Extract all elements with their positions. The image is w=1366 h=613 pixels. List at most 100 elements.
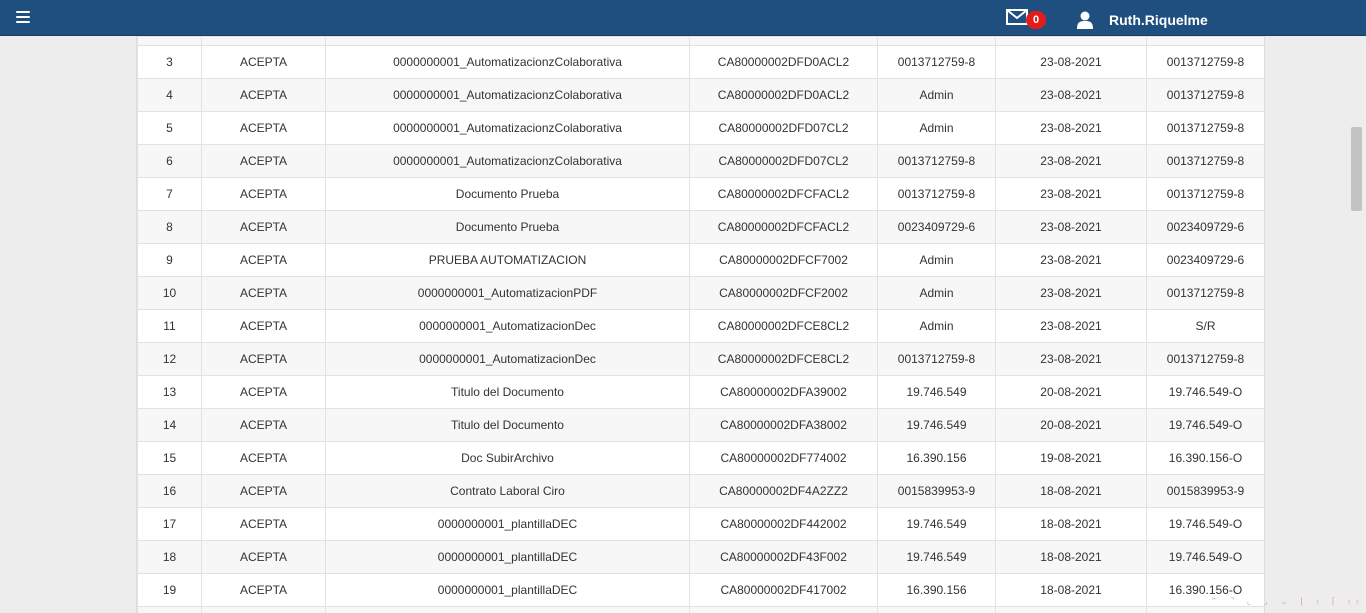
table-row[interactable]: 7 ACEPTA Documento Prueba CA80000002DFCFACL… [137,177,1264,211]
signer-cell: 19.746.549 [877,375,996,409]
vertical-scrollbar[interactable] [1350,36,1362,613]
status-cell: ACEPTA [201,144,326,178]
document-name-cell: 0000000001_AutomatizacionPDF [325,276,690,310]
date-cell: 20-08-2021 [995,375,1147,409]
table-row[interactable]: 5 ACEPTA 0000000001_AutomatizacionzColabor… [137,111,1264,145]
rut-cell: 0013712759-8 [1146,78,1264,112]
status-cell: ACEPTA [201,45,326,79]
signer-cell: 0013712759-8 [877,177,996,211]
table-row[interactable]: 18 ACEPTA 0000000001_plantillaDEC CA8000000… [137,540,1264,574]
row-number: 11 [137,309,202,343]
signer-cell: 19.746.549 [877,408,996,442]
row-number: 16 [137,474,202,508]
table-row[interactable]: 19 ACEPTA 0000000001_plantillaDEC CA8000000… [137,573,1264,607]
document-name-cell: Documento Prueba [325,177,690,211]
row-number: 13 [137,375,202,409]
status-cell: ACEPTA [201,573,326,607]
status-cell: ACEPTA [201,111,326,145]
table-row[interactable]: 4 ACEPTA 0000000001_AutomatizacionzColabor… [137,78,1264,112]
signer-cell: 19.746.549 [877,507,996,541]
document-code-cell: CA80000002DFD0ACL2 [689,78,878,112]
document-name-cell: 0000000001_plantillaDEC [325,573,690,607]
document-name-cell: 0000000001_AutomatizacionDec [325,342,690,376]
table-row[interactable]: 6 ACEPTA 0000000001_AutomatizacionzColabor… [137,144,1264,178]
table-row[interactable]: 14 ACEPTA Titulo del Documento CA80000002DF… [137,408,1264,442]
rut-cell: 0023409729-6 [1146,210,1264,244]
status-cell: ACEPTA [201,342,326,376]
documents-table: 3 ACEPTA 0000000001_AutomatizacionzColabor… [137,36,1264,613]
rut-cell: 0015839953-9 [1146,474,1264,508]
table-row[interactable]: 11 ACEPTA 0000000001_AutomatizacionDec CA80… [137,309,1264,343]
rut-cell: 19.746.549-O [1146,540,1264,574]
signer-cell: Admin [877,111,996,145]
table-row[interactable]: 16 ACEPTA Contrato Laboral Ciro CA80000002D… [137,474,1264,508]
rut-cell: 0013712759-8 [1146,342,1264,376]
status-cell: ACEPTA [201,408,326,442]
document-code-cell: CA80000002DFCE8CL2 [689,342,878,376]
rut-cell: 0013712759-8 [1146,111,1264,145]
row-number: 15 [137,441,202,475]
signer-cell: 0013712759-8 [877,342,996,376]
document-code-cell: CA80000002DFD07CL2 [689,111,878,145]
date-cell: 23-08-2021 [995,342,1147,376]
table-row[interactable]: 3 ACEPTA 0000000001_AutomatizacionzColabor… [137,45,1264,79]
document-code-cell: CA80000002DFA38002 [689,408,878,442]
rut-cell: S/R [1146,309,1264,343]
rut-cell: 0023409729-6 [1146,243,1264,277]
date-cell: 18-08-2021 [995,540,1147,574]
table-row[interactable]: 8 ACEPTA Documento Prueba CA80000002DFCFACL… [137,210,1264,244]
row-number: 14 [137,408,202,442]
signer-cell: 0023409729-6 [877,210,996,244]
document-code-cell: CA80000002DFD0ACL2 [689,45,878,79]
date-cell: 20-08-2021 [995,408,1147,442]
hamburger-menu-icon[interactable] [16,11,30,23]
row-number: 3 [137,45,202,79]
date-cell: 23-08-2021 [995,210,1147,244]
signer-cell: Admin [877,243,996,277]
document-code-cell: CA80000002DFCFACL2 [689,210,878,244]
date-cell: 23-08-2021 [995,309,1147,343]
decorative-arrows: ⌃ ⌝ ⌞ ⌟ ⌄ ⌊ ‹ ⌈ ‹› [1210,596,1364,606]
document-code-cell: CA80000002DFCF2002 [689,276,878,310]
row-number: 10 [137,276,202,310]
status-cell: ACEPTA [201,375,326,409]
table-row[interactable]: 15 ACEPTA Doc SubirArchivo CA80000002DF7740… [137,441,1264,475]
document-name-cell: 0000000001_AutomatizacionzColaborativa [325,78,690,112]
status-cell: ACEPTA [201,507,326,541]
document-name-cell: Titulo del Documento [325,408,690,442]
signer-cell: 0013712759-8 [877,45,996,79]
table-row[interactable]: 13 ACEPTA Titulo del Documento CA80000002DF… [137,375,1264,409]
document-code-cell: CA80000002DF4A2ZZ2 [689,474,878,508]
status-cell: ACEPTA [201,540,326,574]
table-row[interactable]: 12 ACEPTA 0000000001_AutomatizacionDec CA80… [137,342,1264,376]
status-cell: ACEPTA [201,78,326,112]
row-number: 4 [137,78,202,112]
row-number: 6 [137,144,202,178]
document-code-cell: CA80000002DFCFACL2 [689,177,878,211]
envelope-icon[interactable] [1006,9,1028,25]
document-name-cell: Contrato Laboral Ciro [325,474,690,508]
date-cell: 18-08-2021 [995,507,1147,541]
username[interactable]: Ruth.Riquelme [1109,12,1208,28]
row-number: 12 [137,342,202,376]
signer-cell: 19.746.549 [877,540,996,574]
table-row [137,606,1264,613]
notification-badge[interactable]: 0 [1026,11,1046,29]
document-name-cell: 0000000001_plantillaDEC [325,507,690,541]
document-code-cell: CA80000002DFCE8CL2 [689,309,878,343]
signer-cell: Admin [877,78,996,112]
status-cell: ACEPTA [201,210,326,244]
document-name-cell: Doc SubirArchivo [325,441,690,475]
user-icon[interactable] [1077,11,1093,29]
rut-cell: 0013712759-8 [1146,144,1264,178]
signer-cell: Admin [877,309,996,343]
status-cell: ACEPTA [201,441,326,475]
rut-cell: 0013712759-8 [1146,276,1264,310]
row-number: 9 [137,243,202,277]
table-row[interactable]: 17 ACEPTA 0000000001_plantillaDEC CA8000000… [137,507,1264,541]
document-code-cell: CA80000002DF417002 [689,573,878,607]
row-number: 7 [137,177,202,211]
scrollbar-thumb[interactable] [1351,127,1362,211]
table-row[interactable]: 9 ACEPTA PRUEBA AUTOMATIZACION CA80000002DF… [137,243,1264,277]
table-row[interactable]: 10 ACEPTA 0000000001_AutomatizacionPDF CA80… [137,276,1264,310]
